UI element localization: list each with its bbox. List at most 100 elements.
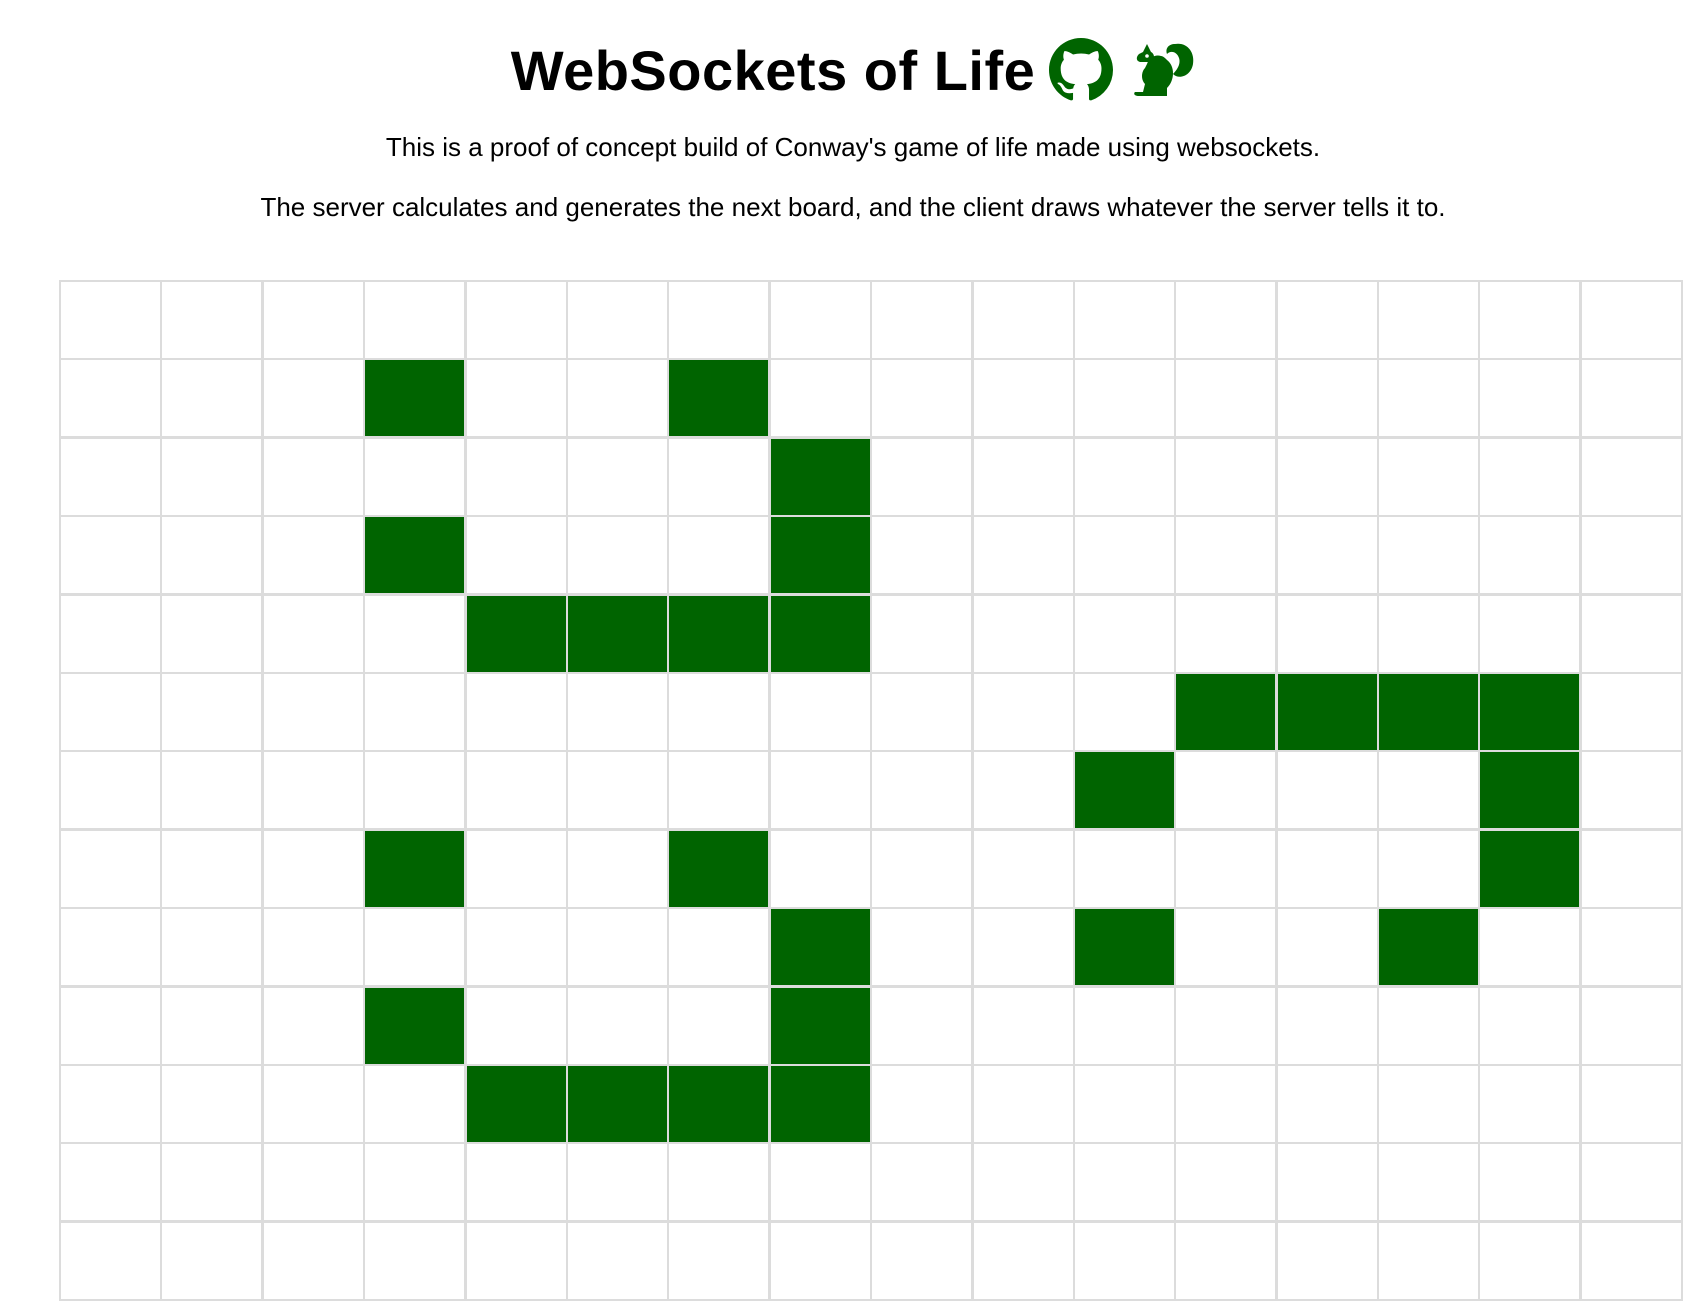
board-cell[interactable]	[872, 438, 972, 515]
board-cell[interactable]	[770, 830, 870, 907]
board-cell[interactable]	[61, 1144, 160, 1221]
board-cell-alive[interactable]	[365, 830, 465, 907]
board-cell[interactable]	[770, 752, 870, 829]
board-cell[interactable]	[365, 595, 465, 672]
board-cell-alive[interactable]	[669, 830, 769, 907]
board-cell[interactable]	[1379, 517, 1479, 594]
board-cell[interactable]	[466, 438, 566, 515]
board-cell[interactable]	[365, 909, 465, 986]
board-cell[interactable]	[1480, 1065, 1580, 1142]
board-cell[interactable]	[1074, 517, 1174, 594]
board-cell-alive[interactable]	[669, 360, 769, 437]
board-cell[interactable]	[1176, 360, 1276, 437]
board-cell[interactable]	[1480, 595, 1580, 672]
board-cell[interactable]	[872, 909, 972, 986]
board-cell[interactable]	[365, 1144, 465, 1221]
board-cell-alive[interactable]	[567, 1065, 667, 1142]
board-cell-alive[interactable]	[365, 517, 465, 594]
board-cell[interactable]	[365, 438, 465, 515]
board-cell-alive[interactable]	[365, 360, 465, 437]
board-cell[interactable]	[973, 830, 1073, 907]
board-cell[interactable]	[1176, 1144, 1276, 1221]
board-cell[interactable]	[466, 830, 566, 907]
github-link[interactable]	[1049, 38, 1114, 102]
board-cell[interactable]	[263, 282, 363, 358]
board-cell[interactable]	[872, 517, 972, 594]
board-cell[interactable]	[263, 1222, 363, 1299]
board-cell-alive[interactable]	[1176, 673, 1276, 750]
board-cell[interactable]	[872, 595, 972, 672]
board-cell[interactable]	[872, 282, 972, 358]
board-cell[interactable]	[1581, 909, 1681, 986]
board-cell[interactable]	[770, 1222, 870, 1299]
board-cell[interactable]	[162, 987, 262, 1064]
board-cell[interactable]	[61, 517, 160, 594]
board-cell[interactable]	[669, 438, 769, 515]
board-cell[interactable]	[466, 987, 566, 1064]
board-cell[interactable]	[162, 1222, 262, 1299]
board-cell[interactable]	[466, 1222, 566, 1299]
board-cell[interactable]	[263, 987, 363, 1064]
board-cell[interactable]	[365, 1222, 465, 1299]
board-cell[interactable]	[263, 1065, 363, 1142]
board-cell[interactable]	[1176, 595, 1276, 672]
board-cell[interactable]	[1480, 909, 1580, 986]
board-cell[interactable]	[1277, 1065, 1377, 1142]
board-cell[interactable]	[365, 1065, 465, 1142]
board-cell[interactable]	[1176, 517, 1276, 594]
board-cell[interactable]	[1176, 752, 1276, 829]
board-cell[interactable]	[1581, 282, 1681, 358]
board-cell-alive[interactable]	[770, 595, 870, 672]
board-cell[interactable]	[1074, 360, 1174, 437]
board-cell[interactable]	[1176, 987, 1276, 1064]
board-cell[interactable]	[770, 282, 870, 358]
board-cell[interactable]	[1074, 987, 1174, 1064]
board-cell[interactable]	[365, 282, 465, 358]
board-cell[interactable]	[263, 360, 363, 437]
board-cell[interactable]	[1176, 282, 1276, 358]
board-cell-alive[interactable]	[669, 1065, 769, 1142]
board-cell[interactable]	[1581, 1144, 1681, 1221]
board-cell[interactable]	[872, 752, 972, 829]
board-cell[interactable]	[669, 909, 769, 986]
board-cell-alive[interactable]	[1379, 673, 1479, 750]
board-cell[interactable]	[973, 360, 1073, 437]
board-cell[interactable]	[1379, 752, 1479, 829]
board-cell[interactable]	[872, 1144, 972, 1221]
board-cell[interactable]	[1581, 595, 1681, 672]
board-cell[interactable]	[669, 1222, 769, 1299]
board-cell[interactable]	[669, 1144, 769, 1221]
board-cell[interactable]	[365, 752, 465, 829]
board-cell[interactable]	[669, 752, 769, 829]
board-cell[interactable]	[770, 360, 870, 437]
board-cell[interactable]	[1277, 830, 1377, 907]
board-cell[interactable]	[770, 1144, 870, 1221]
board-cell[interactable]	[973, 1222, 1073, 1299]
board-cell[interactable]	[365, 673, 465, 750]
board-cell[interactable]	[1581, 752, 1681, 829]
board-cell[interactable]	[263, 673, 363, 750]
board-cell[interactable]	[1379, 282, 1479, 358]
board-cell[interactable]	[973, 909, 1073, 986]
board-cell[interactable]	[466, 673, 566, 750]
board-cell[interactable]	[162, 282, 262, 358]
board-cell-alive[interactable]	[1074, 752, 1174, 829]
board-cell[interactable]	[263, 595, 363, 672]
board-cell[interactable]	[973, 517, 1073, 594]
board-cell[interactable]	[1074, 830, 1174, 907]
board-cell[interactable]	[1176, 1222, 1276, 1299]
board-cell[interactable]	[1074, 673, 1174, 750]
board-cell[interactable]	[1581, 987, 1681, 1064]
board-cell[interactable]	[1480, 360, 1580, 437]
board-cell[interactable]	[1277, 1144, 1377, 1221]
board-cell[interactable]	[61, 673, 160, 750]
board-cell[interactable]	[567, 909, 667, 986]
board-cell[interactable]	[1176, 438, 1276, 515]
board-cell[interactable]	[1074, 1222, 1174, 1299]
board-cell-alive[interactable]	[466, 595, 566, 672]
board-cell[interactable]	[1074, 595, 1174, 672]
board-cell-alive[interactable]	[669, 595, 769, 672]
board-cell-alive[interactable]	[1074, 909, 1174, 986]
board-cell[interactable]	[1379, 987, 1479, 1064]
board-cell[interactable]	[1379, 438, 1479, 515]
